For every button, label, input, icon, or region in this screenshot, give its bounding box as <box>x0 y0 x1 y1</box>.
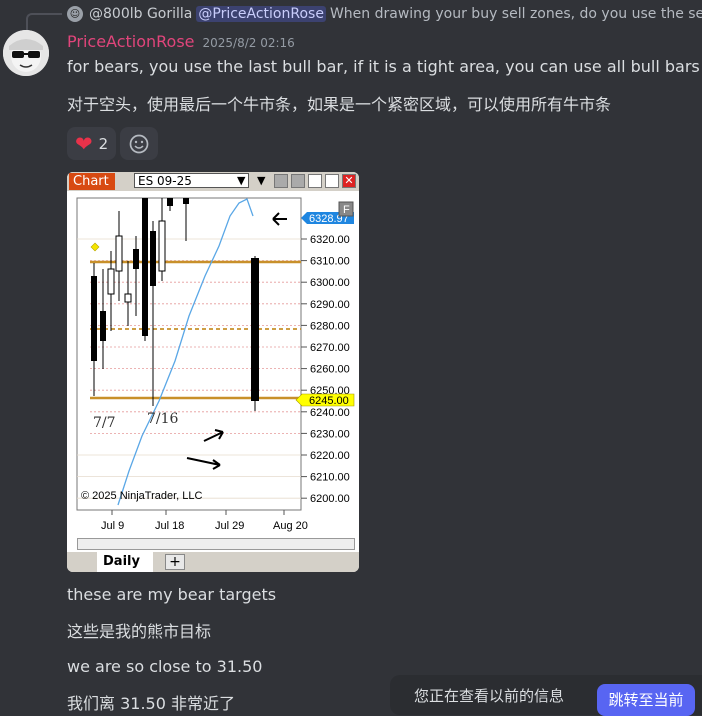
date-tick-label: Jul 29 <box>215 520 244 532</box>
tab-daily[interactable]: Daily <box>97 552 153 572</box>
annotation: 7/16 <box>147 411 179 427</box>
toolbar-icon[interactable] <box>274 174 288 188</box>
candle <box>158 220 166 272</box>
minimize-icon[interactable] <box>308 174 322 188</box>
heart-icon: ❤ <box>75 131 93 156</box>
message-line: 对于空头，使用最后一个牛市条，如果是一个紧密区域，可以使用所有牛市条 <box>67 95 612 114</box>
jump-to-present-button[interactable]: 跳转至当前 <box>597 684 695 716</box>
price-tick-label: 6290.00 <box>310 299 350 311</box>
price-tick-label: 6300.00 <box>310 277 350 289</box>
candle <box>150 231 156 286</box>
chart-tag: Chart <box>69 173 115 190</box>
reactions-bar: ❤ 2 <box>67 127 159 160</box>
price-tick-label: 6240.00 <box>310 407 350 419</box>
annotation: 7/7 <box>93 415 116 431</box>
f-icon-label: F <box>343 204 350 216</box>
candle <box>91 276 97 361</box>
toolbar-icon[interactable] <box>291 174 305 188</box>
reply-avatar: ☺ <box>67 6 83 22</box>
date-tick-label: Jul 18 <box>155 520 184 532</box>
reaction-count: 2 <box>98 134 109 153</box>
date-tick-label: Jul 9 <box>101 520 124 532</box>
candle <box>167 198 173 206</box>
date-tick-label: Aug 20 <box>273 520 308 532</box>
reaction-heart[interactable]: ❤ 2 <box>67 127 117 160</box>
candle <box>115 235 123 272</box>
username[interactable]: PriceActionRose <box>67 32 195 51</box>
message-line: 这些是我的熊市目标 <box>67 622 212 641</box>
reply-preview[interactable]: ☺ @800lb Gorilla @PriceActionRose When d… <box>67 4 702 24</box>
add-reaction-button[interactable] <box>120 127 159 160</box>
close-icon[interactable]: ✕ <box>342 174 356 188</box>
reply-mention[interactable]: @PriceActionRose <box>196 6 326 22</box>
chart-titlebar: Chart ES 09-25 ▼ ▼ ✕ <box>67 172 359 191</box>
date-axis: Jul 9 Jul 18 Jul 29 Aug 20 <box>101 510 308 532</box>
price-tick-label: 6230.00 <box>310 428 350 440</box>
plot-frame <box>76 197 302 511</box>
reply-snippet[interactable]: When drawing your buy sell zones, do you… <box>330 6 702 22</box>
price-tick-label: 6220.00 <box>310 450 350 462</box>
price-tick-label: 6210.00 <box>310 472 350 484</box>
maximize-icon[interactable] <box>325 174 339 188</box>
price-tick-label: 6310.00 <box>310 256 350 268</box>
avatar[interactable] <box>3 30 49 76</box>
price-tick-label: 6270.00 <box>310 342 350 354</box>
smiley-icon <box>129 134 149 153</box>
message-line: for bears, you use the last bull bar, if… <box>67 57 700 76</box>
message-line: these are my bear targets <box>67 585 277 604</box>
price-tick-label: 6260.00 <box>310 364 350 376</box>
history-toast: 您正在查看以前的信息 跳转至当前 <box>390 675 702 716</box>
add-tab-button[interactable]: + <box>165 554 185 570</box>
candle <box>142 198 148 336</box>
candle <box>124 293 132 303</box>
price-tick-label: 6200.00 <box>310 493 350 505</box>
message-line: 我们离 31.50 非常近了 <box>67 694 235 713</box>
chart-plot: 6320.00 6310.00 6300.00 6290.00 6280.00 6270.… <box>76 197 355 532</box>
timestamp: 2025/8/2 02:16 <box>202 36 295 50</box>
zone-price-text: 6245.00 <box>309 395 349 407</box>
price-axis: 6320.00 6310.00 6300.00 6290.00 6280.00 6270.… <box>301 234 350 505</box>
chart-scrollbar[interactable] <box>77 538 355 550</box>
chevron-down-icon[interactable]: ▼ <box>237 174 245 187</box>
candle <box>107 268 115 295</box>
candle <box>251 258 259 401</box>
message-line: we are so close to 31.50 <box>67 657 263 676</box>
message-header: PriceActionRose 2025/8/2 02:16 <box>67 32 295 51</box>
candle <box>100 311 106 341</box>
candle <box>183 198 189 204</box>
chart-tabbar: Daily + <box>67 552 359 572</box>
price-tick-label: 6280.00 <box>310 320 350 332</box>
candle <box>133 249 139 269</box>
price-tick-label: 6320.00 <box>310 234 350 246</box>
menu-down-icon[interactable]: ▼ <box>257 174 265 187</box>
reply-author[interactable]: @800lb Gorilla <box>89 6 192 22</box>
copyright: © 2025 NinjaTrader, LLC <box>81 490 202 502</box>
toast-text: 您正在查看以前的信息 <box>414 686 565 705</box>
instrument-select[interactable]: ES 09-25 <box>134 173 249 188</box>
chart-image[interactable]: Chart ES 09-25 ▼ ▼ ✕ 6320.00 6310.00 6300.… <box>67 172 359 572</box>
